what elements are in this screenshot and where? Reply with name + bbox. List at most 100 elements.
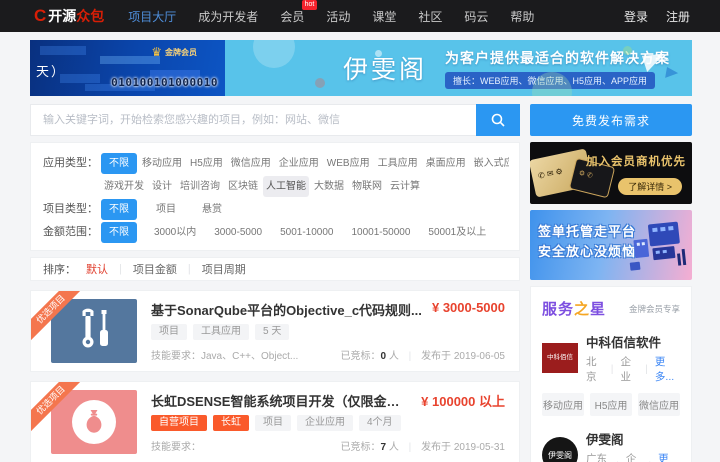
- filter-label: 应用类型：: [43, 157, 98, 169]
- filter-options: 不限 移动应用 H5应用 微信应用 企业应用 WEB应用 工具应用 桌面应用 嵌…: [101, 153, 509, 174]
- filter-chip[interactable]: 嵌入式应用: [471, 153, 509, 174]
- service-star-item: 伊雯阁 伊雯阁 广东省 | 企业 | 更多...: [542, 429, 680, 462]
- filter-chip-unlimited[interactable]: 不限: [101, 199, 137, 220]
- project-top-row: 长虹DSENSE智能系统项目开发（仅限金牌银牌投标） ¥ 100000 以上: [151, 391, 505, 410]
- dot-decoration: [375, 50, 382, 57]
- project-top-row: 基于SonarQube平台的Objective_c代码规则... ¥ 3000-…: [151, 300, 505, 319]
- project-card[interactable]: 优选项目 基于SonarQube平台的Objective_c代码规则... ¥ …: [30, 290, 520, 372]
- filter-chip[interactable]: 设计: [149, 176, 175, 197]
- filter-label-spacer: [43, 176, 101, 197]
- auth-links: 登录 注册: [606, 8, 690, 25]
- project-stats: 已竞标：0 人 | 发布于 2019-06-05: [341, 347, 505, 362]
- project-tags: 项目 工具应用 5 天: [151, 324, 505, 340]
- project-tag: 项目: [151, 324, 187, 340]
- filter-label: 金额范围：: [43, 226, 98, 238]
- promo-banner[interactable]: 天） ♛ 金牌会员 010100101000010 伊雯阁 为客户提供最适合的软…: [30, 40, 692, 96]
- project-body: 基于SonarQube平台的Objective_c代码规则... ¥ 3000-…: [151, 300, 505, 362]
- nav-become-developer[interactable]: 成为开发者: [198, 8, 258, 25]
- service-stars-subtitle: 金牌会员专享: [628, 303, 680, 314]
- filter-chip[interactable]: 大数据: [311, 176, 347, 197]
- company-circle-avatar: 伊雯阁: [542, 437, 578, 462]
- nav-membership-label: 会员: [280, 9, 305, 24]
- star-name[interactable]: 中科佰信软件: [586, 332, 680, 351]
- publish-request-button[interactable]: 免费发布需求: [530, 104, 692, 136]
- nav-membership[interactable]: 会员 hot: [280, 0, 318, 25]
- filter-chip-ai[interactable]: 人工智能: [263, 176, 309, 197]
- member-level-label: 金牌会员: [165, 47, 197, 57]
- membership-ad[interactable]: 加入会员商机优先 了解详情 >: [530, 142, 692, 204]
- service-star-item: 中科佰信 中科佰信软件 北京 | 企业 | 更多... 移动应用 H5应用 微信…: [542, 332, 680, 416]
- dot-decoration: [623, 46, 632, 55]
- project-title[interactable]: 基于SonarQube平台的Objective_c代码规则...: [151, 300, 422, 319]
- skills-label: 技能要求：: [151, 351, 201, 362]
- project-tag: 项目: [255, 415, 291, 431]
- filter-chip[interactable]: 3000-5000: [211, 222, 265, 243]
- filter-chip[interactable]: 项目: [153, 199, 179, 220]
- sort-period[interactable]: 项目周期: [202, 261, 246, 277]
- nav-gitee[interactable]: 码云: [464, 8, 488, 25]
- paper-plane-fragment: [665, 67, 679, 80]
- project-title[interactable]: 长虹DSENSE智能系统项目开发（仅限金牌银牌投标）: [151, 391, 411, 410]
- star-more-link[interactable]: 更多...: [658, 451, 680, 462]
- filter-chip[interactable]: 培训咨询: [177, 176, 223, 197]
- hot-badge: hot: [301, 0, 318, 10]
- filter-chip-unlimited[interactable]: 不限: [101, 153, 137, 174]
- nav-community[interactable]: 社区: [418, 8, 442, 25]
- filter-chip-unlimited[interactable]: 不限: [101, 222, 137, 243]
- filter-chip[interactable]: 工具应用: [375, 153, 421, 174]
- search-input[interactable]: [30, 104, 476, 136]
- logo-text-white: 开源: [48, 8, 77, 24]
- nav-classroom[interactable]: 课堂: [372, 8, 396, 25]
- filter-chip[interactable]: 微信应用: [228, 153, 274, 174]
- sort-label: 排序：: [43, 264, 76, 276]
- filter-chip[interactable]: 3000以内: [151, 222, 199, 243]
- filter-chip[interactable]: 移动应用: [139, 153, 185, 174]
- nav-project-hall[interactable]: 项目大厅: [128, 8, 176, 25]
- search-button[interactable]: [476, 104, 520, 136]
- membership-ad-cta[interactable]: 了解详情 >: [618, 178, 682, 195]
- filter-chip[interactable]: 5001-10000: [277, 222, 336, 243]
- filter-chip[interactable]: 悬赏: [199, 199, 225, 220]
- project-card[interactable]: 优选项目 长虹DSENSE智能系统项目开发（仅限金牌银 ¥ 100000 以上 …: [30, 381, 520, 462]
- nav-activities[interactable]: 活动: [326, 8, 350, 25]
- right-sidebar: 加入会员商机优先 了解详情 > 签单托管走平台 安全放心没烦恼: [530, 142, 692, 462]
- divider: |: [408, 351, 412, 362]
- filter-chip[interactable]: 桌面应用: [423, 153, 469, 174]
- bids-label: 已竞标：: [340, 442, 381, 453]
- star-tag: 移动应用: [542, 393, 584, 416]
- filter-chip[interactable]: 区块链: [225, 176, 261, 197]
- filter-chip[interactable]: 云计算: [387, 176, 423, 197]
- escrow-ad[interactable]: 签单托管走平台 安全放心没烦恼: [530, 210, 692, 280]
- filter-chip[interactable]: 企业应用: [276, 153, 322, 174]
- register-link[interactable]: 注册: [666, 8, 690, 25]
- star-more-link[interactable]: 更多...: [655, 354, 680, 384]
- banner-brand-panel: 伊雯阁 为客户提供最适合的软件解决方案 擅长：WEB应用、微信应用、H5应用、A…: [225, 40, 692, 96]
- project-tag: 工具应用: [193, 324, 249, 340]
- title-part: 星: [590, 301, 607, 318]
- login-link[interactable]: 登录: [624, 8, 648, 25]
- filter-options: 游戏开发 设计 培训咨询 区块链 人工智能 大数据 物联网 云计算: [101, 176, 509, 197]
- skills-label: 技能要求：: [151, 442, 201, 453]
- project-tag-self-operated: 自营项目: [151, 415, 207, 431]
- sort-amount[interactable]: 项目金额: [133, 261, 177, 277]
- brand-skills-badge: 擅长：WEB应用、微信应用、H5应用、APP应用: [445, 71, 656, 89]
- divider: |: [119, 263, 122, 275]
- sort-default[interactable]: 默认: [86, 261, 108, 277]
- nav-help[interactable]: 帮助: [510, 8, 534, 25]
- filter-chip[interactable]: 游戏开发: [101, 176, 147, 197]
- filter-chip[interactable]: 10001-50000: [348, 222, 413, 243]
- filter-chip[interactable]: 物联网: [349, 176, 385, 197]
- filter-row-amount: 金额范围： 不限 3000以内 3000-5000 5001-10000 100…: [43, 222, 509, 243]
- filter-chip[interactable]: WEB应用: [324, 153, 373, 174]
- star-name[interactable]: 伊雯阁: [586, 429, 680, 448]
- filter-panel: 应用类型： 不限 移动应用 H5应用 微信应用 企业应用 WEB应用 工具应用 …: [30, 142, 520, 251]
- site-logo[interactable]: C 开源 众包: [34, 6, 104, 26]
- top-navigation-bar: C 开源 众包 项目大厅 成为开发者 会员 hot 活动 课堂 社区 码云 帮助…: [0, 0, 720, 32]
- filter-chip[interactable]: 50001及以上: [425, 222, 489, 243]
- filter-chip[interactable]: H5应用: [187, 153, 226, 174]
- project-stats: 已竞标：7 人 | 发布于 2019-05-31: [341, 438, 505, 453]
- logo-c-icon: C: [34, 6, 47, 25]
- logo-text-red: 众包: [76, 8, 105, 24]
- money-bag-circle: [72, 400, 116, 444]
- posted-label: 发布于: [421, 442, 452, 453]
